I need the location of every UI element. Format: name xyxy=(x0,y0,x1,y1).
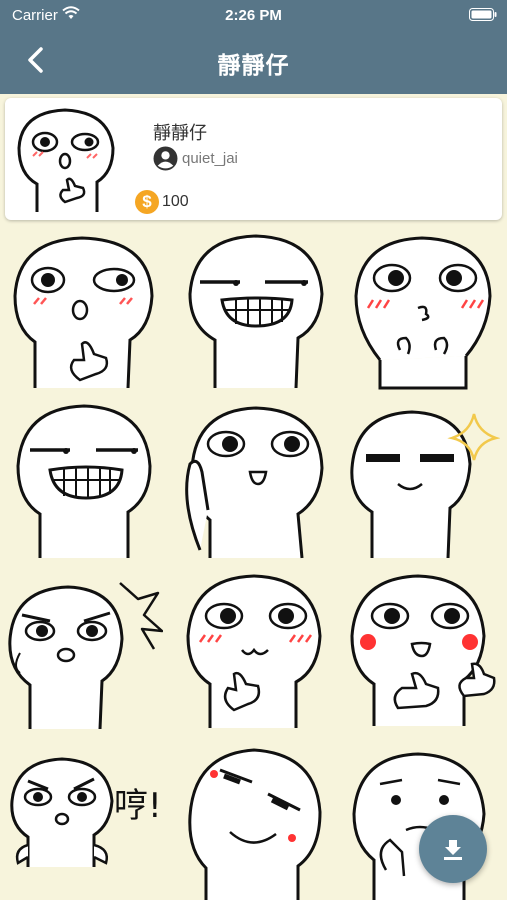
sticker-item[interactable] xyxy=(10,230,160,390)
pack-thumbnail xyxy=(17,108,115,212)
sticker-item[interactable] xyxy=(8,573,164,733)
user-circle-icon xyxy=(153,146,178,170)
sticker-exclaim-text: 哼! xyxy=(114,786,162,826)
sticker-item[interactable] xyxy=(346,570,496,730)
sticker-item[interactable] xyxy=(180,230,330,390)
download-button[interactable] xyxy=(419,815,487,883)
status-time: 2:26 PM xyxy=(225,7,282,24)
sticker-item[interactable] xyxy=(10,400,160,560)
username-label: quiet_jai xyxy=(182,149,238,167)
coin-price: $ 100 xyxy=(135,190,189,214)
pack-name: 靜靜仔 xyxy=(153,123,207,143)
nav-header: Carrier 2:26 PM 靜靜仔 xyxy=(0,0,507,94)
pack-author[interactable]: quiet_jai xyxy=(153,146,238,170)
page-title: 靜靜仔 xyxy=(217,52,290,78)
sticker-item[interactable] xyxy=(180,400,330,560)
sticker-item[interactable] xyxy=(180,740,330,900)
sticker-pack-card: 靜靜仔 quiet_jai $ 100 xyxy=(5,98,502,220)
sticker-grid: 哼! xyxy=(0,225,507,900)
download-icon xyxy=(444,840,462,860)
sticker-item[interactable] xyxy=(180,570,330,730)
sticker-item[interactable] xyxy=(350,400,501,560)
sticker-item[interactable] xyxy=(350,230,500,390)
coin-amount: 100 xyxy=(162,193,189,210)
sticker-item[interactable]: 哼! xyxy=(8,745,162,900)
status-bar: Carrier 2:26 PM xyxy=(0,0,507,30)
battery-icon xyxy=(469,8,497,21)
dollar-coin-icon: $ xyxy=(135,190,159,214)
